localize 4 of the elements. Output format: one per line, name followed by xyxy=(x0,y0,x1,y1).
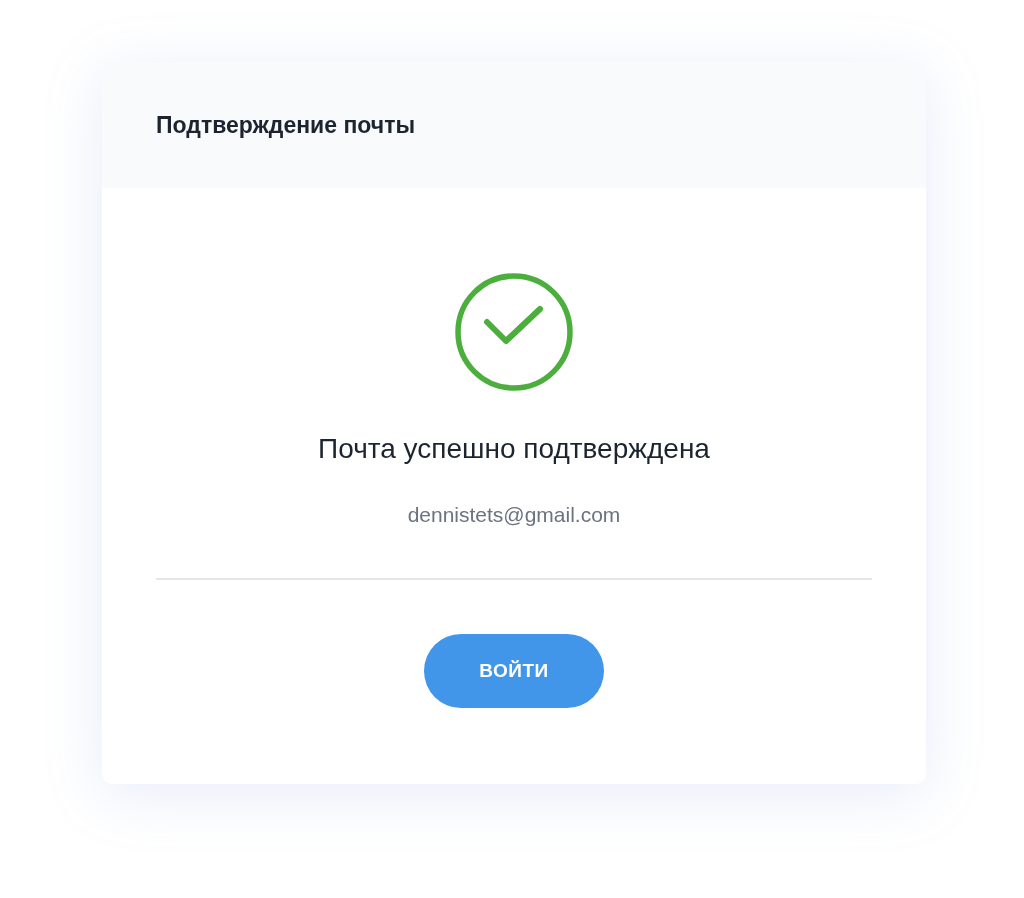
status-message: Почта успешно подтверждена xyxy=(318,432,710,466)
email-text: dennistets@gmail.com xyxy=(407,502,621,528)
card-title: Подтверждение почты xyxy=(156,111,416,139)
login-button[interactable]: ВОЙТИ xyxy=(424,634,604,708)
